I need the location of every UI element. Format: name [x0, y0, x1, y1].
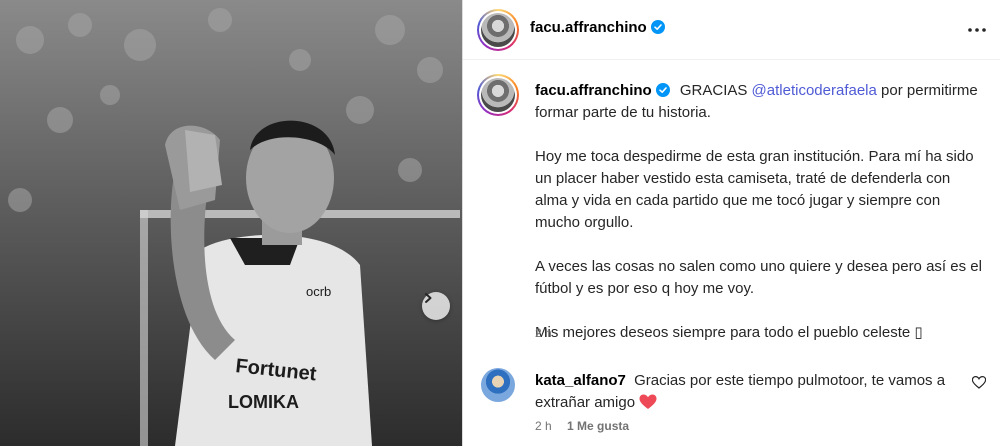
comment-username[interactable]: kata_alfano7: [535, 372, 626, 389]
caption-paragraph-2: Hoy me toca despedirme de esta gran inst…: [535, 148, 974, 231]
caption-lead: GRACIAS: [679, 82, 748, 99]
caption-paragraph-1: facu.affranchino GRACIAS @atleticoderafa…: [535, 80, 985, 124]
caption-timestamp[interactable]: 2 h: [535, 326, 552, 340]
verified-badge-icon: [655, 83, 670, 97]
verified-badge-icon: [650, 20, 665, 34]
author-username[interactable]: facu.affranchino: [530, 19, 665, 36]
chevron-right-icon: [425, 293, 432, 303]
author-avatar[interactable]: [477, 9, 519, 51]
next-image-button[interactable]: [422, 292, 450, 320]
svg-text:ocrb: ocrb: [306, 284, 331, 299]
comment: kata_alfano7 Gracias por este tiempo pul…: [535, 370, 955, 414]
caption-username[interactable]: facu.affranchino: [535, 82, 670, 99]
post-image[interactable]: Fortunet LOMIKA ocrb: [0, 0, 462, 446]
post-header: facu.affranchino: [463, 0, 1000, 60]
player-photo: Fortunet LOMIKA ocrb: [0, 0, 462, 446]
comment-likes-count[interactable]: 1 Me gusta: [567, 419, 629, 433]
heart-outline-icon: [971, 376, 987, 389]
svg-text:LOMIKA: LOMIKA: [228, 392, 299, 412]
caption-paragraph-3: A veces las cosas no salen como uno quie…: [535, 258, 982, 297]
red-heart-emoji-icon: [639, 394, 657, 409]
commenter-avatar[interactable]: [481, 368, 515, 402]
comment-like-button[interactable]: [971, 376, 987, 390]
more-options-button[interactable]: [965, 18, 989, 42]
post-panel: facu.affranchino facu.affranchino GRACIA…: [462, 0, 1000, 446]
mention-link[interactable]: @atleticoderafaela: [752, 82, 877, 99]
comment-timestamp[interactable]: 2 h: [535, 419, 552, 433]
comment-meta: 2 h 1 Me gusta: [535, 419, 629, 433]
caption-author-avatar[interactable]: [477, 74, 519, 116]
more-horizontal-icon: [968, 28, 986, 32]
caption-paragraph-4: Mis mejores deseos siempre para todo el …: [535, 324, 923, 341]
post-caption: facu.affranchino GRACIAS @atleticoderafa…: [535, 80, 985, 344]
